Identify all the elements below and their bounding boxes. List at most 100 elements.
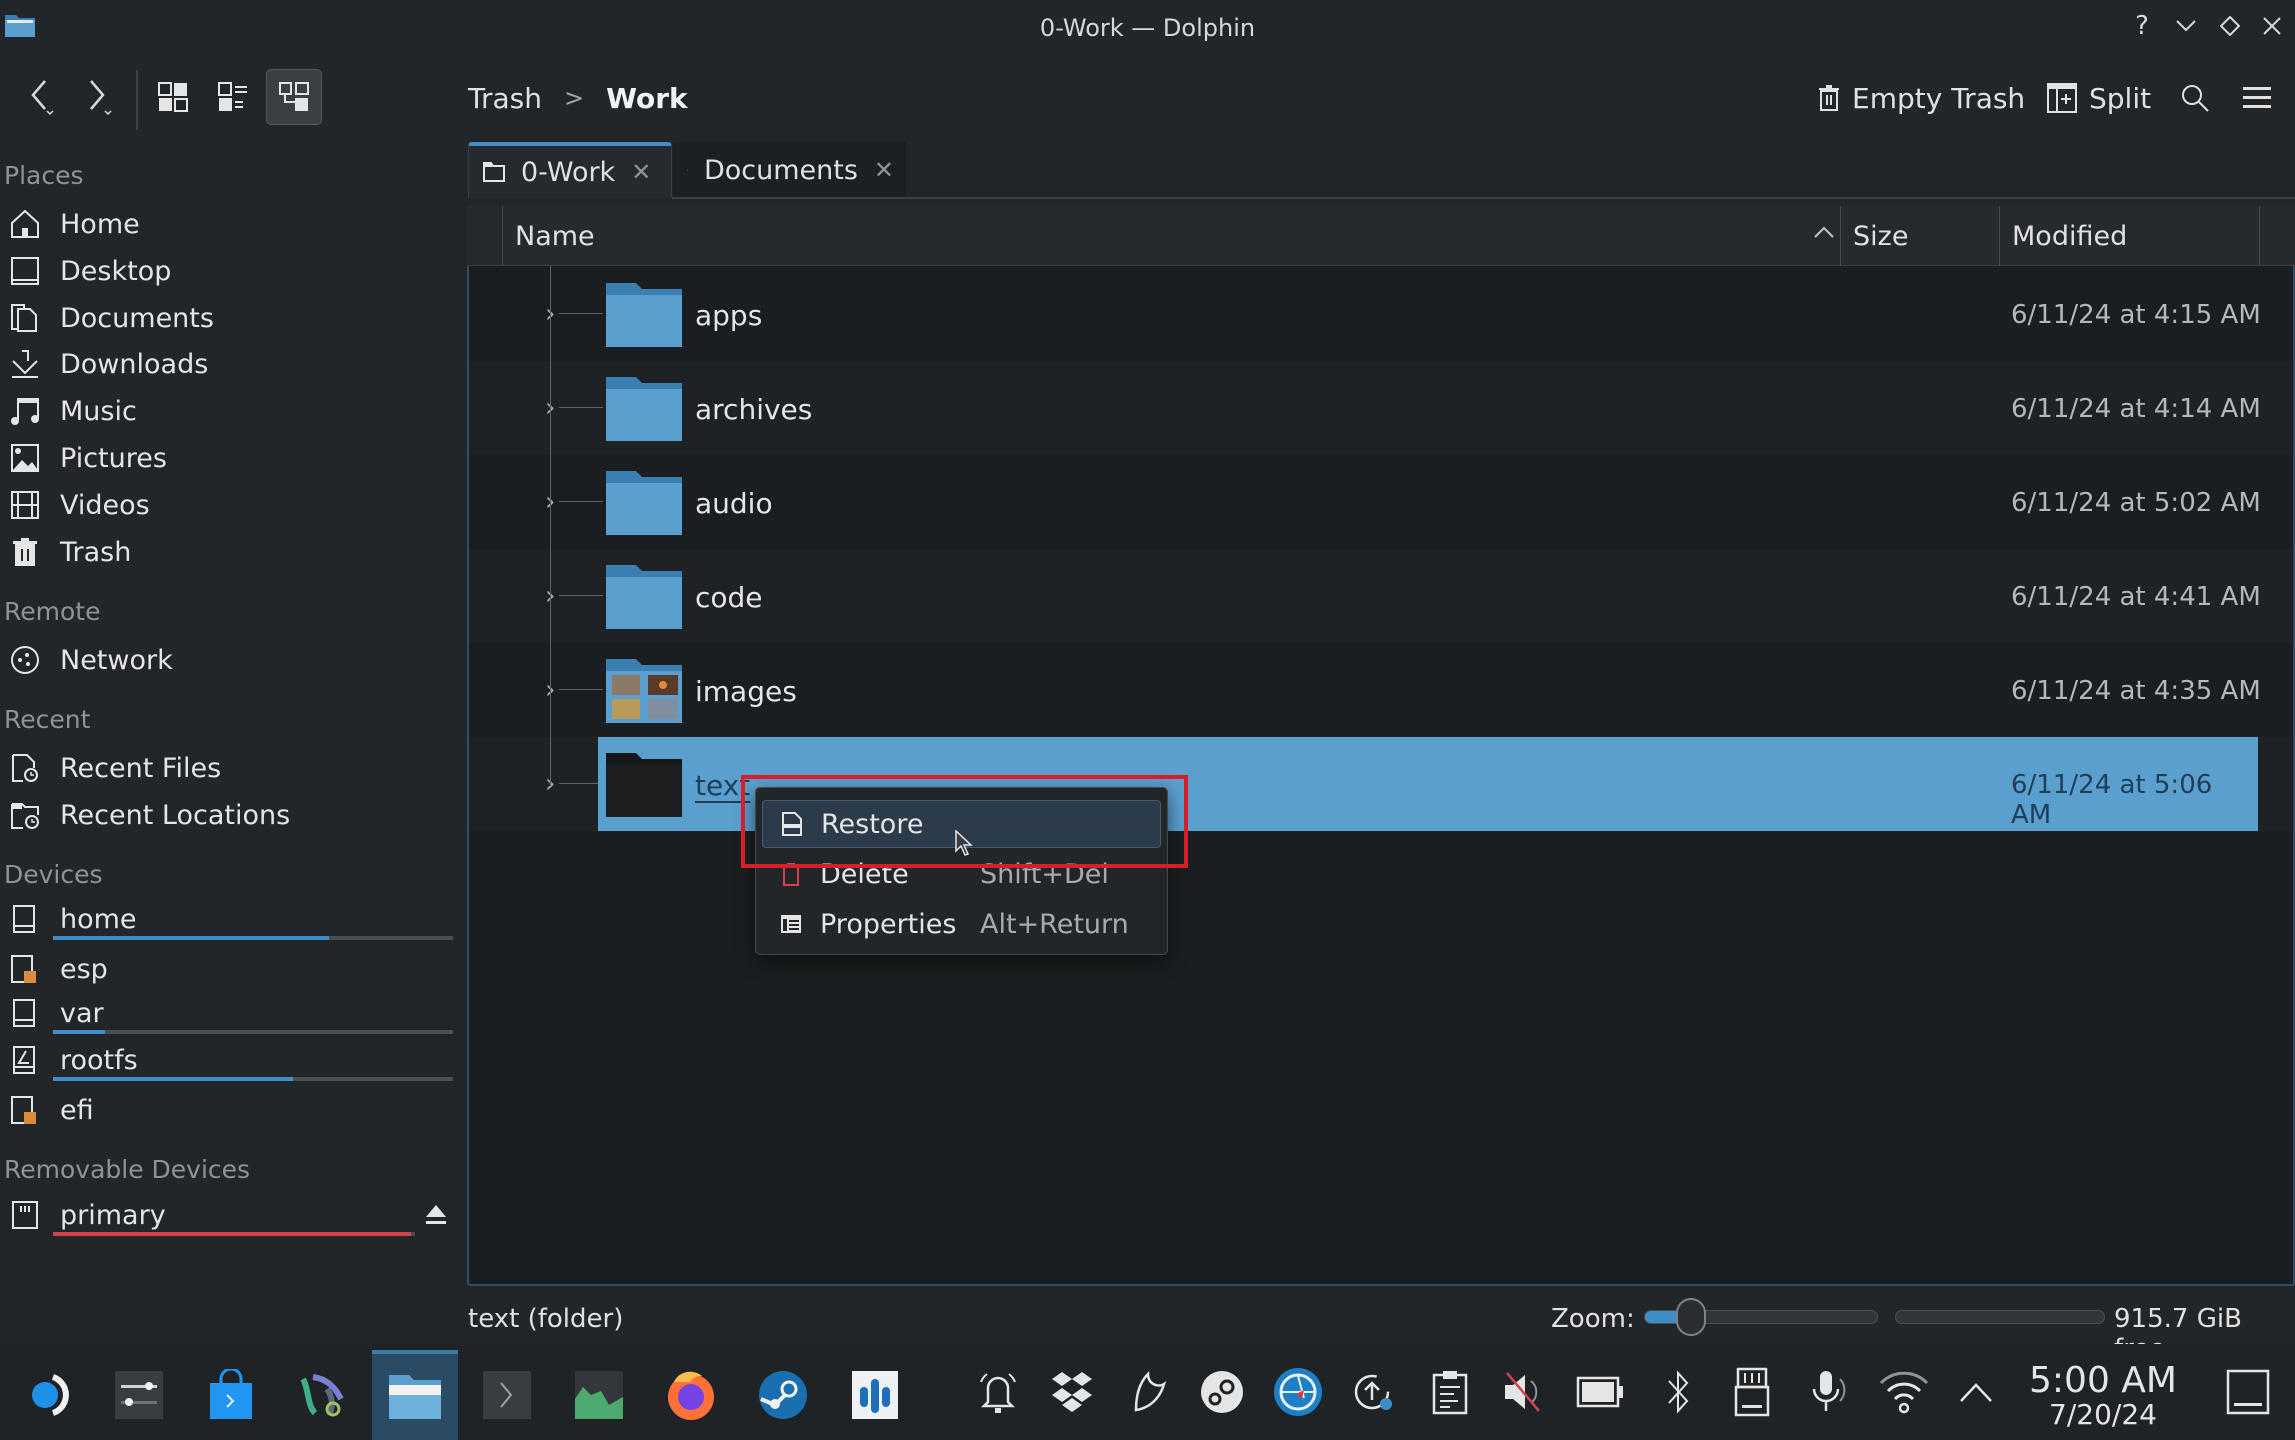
sidebar-item-desktop[interactable]: Desktop (8, 250, 456, 292)
sidebar-item-device-efi[interactable]: efi (8, 1089, 456, 1131)
audio-equalizer-icon (852, 1371, 898, 1419)
sidebar-item-label: Recent Locations (60, 799, 291, 831)
tray-clipboard[interactable] (1424, 1366, 1476, 1418)
tree-branch (559, 501, 603, 502)
eject-button[interactable] (424, 1203, 448, 1231)
drive-icon (8, 902, 42, 936)
tray-expand-button[interactable] (1950, 1366, 2002, 1418)
tray-microphone[interactable] (1802, 1366, 1854, 1418)
sidebar-item-trash[interactable]: Trash (8, 531, 456, 573)
sidebar-item-documents[interactable]: Documents (8, 297, 456, 339)
tray-steam[interactable] (1196, 1366, 1248, 1418)
steam-icon (759, 1371, 807, 1419)
split-label: Split (2089, 81, 2152, 115)
tab-0-work[interactable]: 0-Work ✕ (468, 142, 672, 198)
minimize-button[interactable] (2170, 10, 2202, 42)
terminal-icon (483, 1371, 531, 1419)
tray-wifi[interactable] (1878, 1366, 1930, 1418)
sidebar-item-device-primary[interactable]: primary (8, 1194, 456, 1236)
compass-app-icon (1274, 1368, 1322, 1416)
table-row[interactable]: › code 6/11/24 at 4:41 AM (469, 549, 2293, 643)
file-name: archives (695, 393, 813, 426)
sidebar-item-videos[interactable]: Videos (8, 484, 456, 526)
icons-view-button[interactable] (145, 69, 201, 125)
search-button[interactable] (2180, 76, 2210, 120)
tray-battery[interactable] (1574, 1366, 1626, 1418)
taskbar-dolphin[interactable] (372, 1350, 458, 1440)
tray-notifications[interactable] (972, 1366, 1024, 1418)
sidebar-item-network[interactable]: Network (8, 639, 456, 681)
empty-trash-button[interactable]: Empty Trash (1818, 76, 2025, 120)
taskbar-audio-app[interactable] (832, 1350, 918, 1440)
sidebar-item-recent-locations[interactable]: Recent Locations (8, 794, 456, 836)
taskbar-firefox[interactable] (648, 1350, 734, 1440)
application-launcher-icon (32, 1374, 69, 1416)
table-row[interactable]: › images 6/11/24 at 4:35 AM (469, 643, 2293, 737)
menu-item-label: Delete (820, 858, 909, 890)
discover-store-icon (210, 1369, 252, 1419)
sidebar-item-pictures[interactable]: Pictures (8, 437, 456, 479)
split-button[interactable]: Split (2047, 76, 2151, 120)
sidebar-item-music[interactable]: Music (8, 390, 456, 432)
taskbar-steam[interactable] (740, 1350, 826, 1440)
sidebar-item-label: Documents (60, 302, 214, 334)
sidebar-item-device-rootfs[interactable]: rootfs (8, 1039, 456, 1081)
bluetooth-icon (1668, 1370, 1689, 1414)
trash-icon (8, 535, 42, 569)
folder-tab-icon (687, 169, 688, 171)
clock-time[interactable]: 5:00 AM (2028, 1360, 2178, 1401)
taskbar-discover[interactable] (188, 1350, 274, 1440)
clock-date[interactable]: 7/20/24 (2028, 1398, 2178, 1431)
sidebar-item-home[interactable]: Home (8, 203, 456, 245)
table-row[interactable]: › audio 6/11/24 at 5:02 AM (469, 455, 2293, 549)
drive-unmounted-icon (8, 1093, 42, 1127)
help-button[interactable]: ? (2126, 10, 2158, 42)
tray-app-5[interactable] (1272, 1366, 1324, 1418)
close-tab-icon[interactable]: ✕ (631, 158, 651, 186)
breadcrumb-separator-icon: > (564, 84, 585, 112)
sidebar-item-label: efi (60, 1094, 94, 1126)
chevron-up-icon (1960, 1383, 1992, 1402)
mouse-cursor-icon (955, 829, 973, 860)
sidebar-item-downloads[interactable]: Downloads (8, 343, 456, 385)
sidebar-item-device-home[interactable]: home (8, 898, 456, 940)
sidebar-item-device-var[interactable]: var (8, 992, 456, 1034)
column-header-modified[interactable]: Modified (1999, 206, 2259, 266)
show-desktop-button[interactable] (2222, 1366, 2274, 1418)
taskbar-konsole[interactable] (464, 1350, 550, 1440)
sidebar-item-device-esp[interactable]: esp (8, 948, 456, 990)
zoom-slider-handle[interactable] (1676, 1298, 1706, 1336)
compact-view-button[interactable] (205, 69, 261, 125)
zoom-label: Zoom: (1551, 1304, 1635, 1334)
taskbar-system-settings[interactable] (96, 1350, 182, 1440)
sidebar-item-label: Network (60, 644, 173, 676)
maximize-button[interactable] (2214, 10, 2246, 42)
details-view-button[interactable] (266, 69, 322, 125)
menu-item-properties[interactable]: Properties Alt+Return (762, 900, 1161, 948)
tray-dropbox[interactable] (1046, 1366, 1098, 1418)
menu-item-shortcut: Alt+Return (980, 908, 1129, 940)
taskbar-app-4[interactable] (280, 1350, 366, 1440)
zoom-slider[interactable] (1644, 1298, 1878, 1336)
close-tab-icon[interactable]: ✕ (874, 156, 894, 184)
tray-bluetooth[interactable] (1652, 1366, 1704, 1418)
sidebar-item-recent-files[interactable]: Recent Files (8, 747, 456, 789)
hamburger-menu-button[interactable] (2242, 76, 2272, 120)
taskbar-system-monitor[interactable] (556, 1350, 642, 1440)
file-name: apps (695, 299, 763, 332)
taskbar-app-launcher[interactable] (6, 1350, 92, 1440)
music-icon (8, 394, 42, 428)
table-row[interactable]: › apps 6/11/24 at 4:15 AM (469, 267, 2293, 361)
breadcrumb-item-trash[interactable]: Trash (468, 82, 542, 115)
tray-app-3[interactable] (1122, 1366, 1174, 1418)
close-window-button[interactable] (2256, 10, 2288, 42)
tray-usb-device[interactable] (1726, 1366, 1778, 1418)
clipboard-icon (1432, 1371, 1468, 1415)
back-button[interactable] (12, 69, 68, 125)
tab-documents[interactable]: Documents ✕ (673, 142, 906, 198)
breadcrumb-item-work[interactable]: Work (606, 82, 688, 115)
forward-button[interactable] (70, 69, 126, 125)
table-row[interactable]: › archives 6/11/24 at 4:14 AM (469, 361, 2293, 455)
tray-volume[interactable] (1498, 1366, 1550, 1418)
tray-updates[interactable] (1348, 1366, 1400, 1418)
